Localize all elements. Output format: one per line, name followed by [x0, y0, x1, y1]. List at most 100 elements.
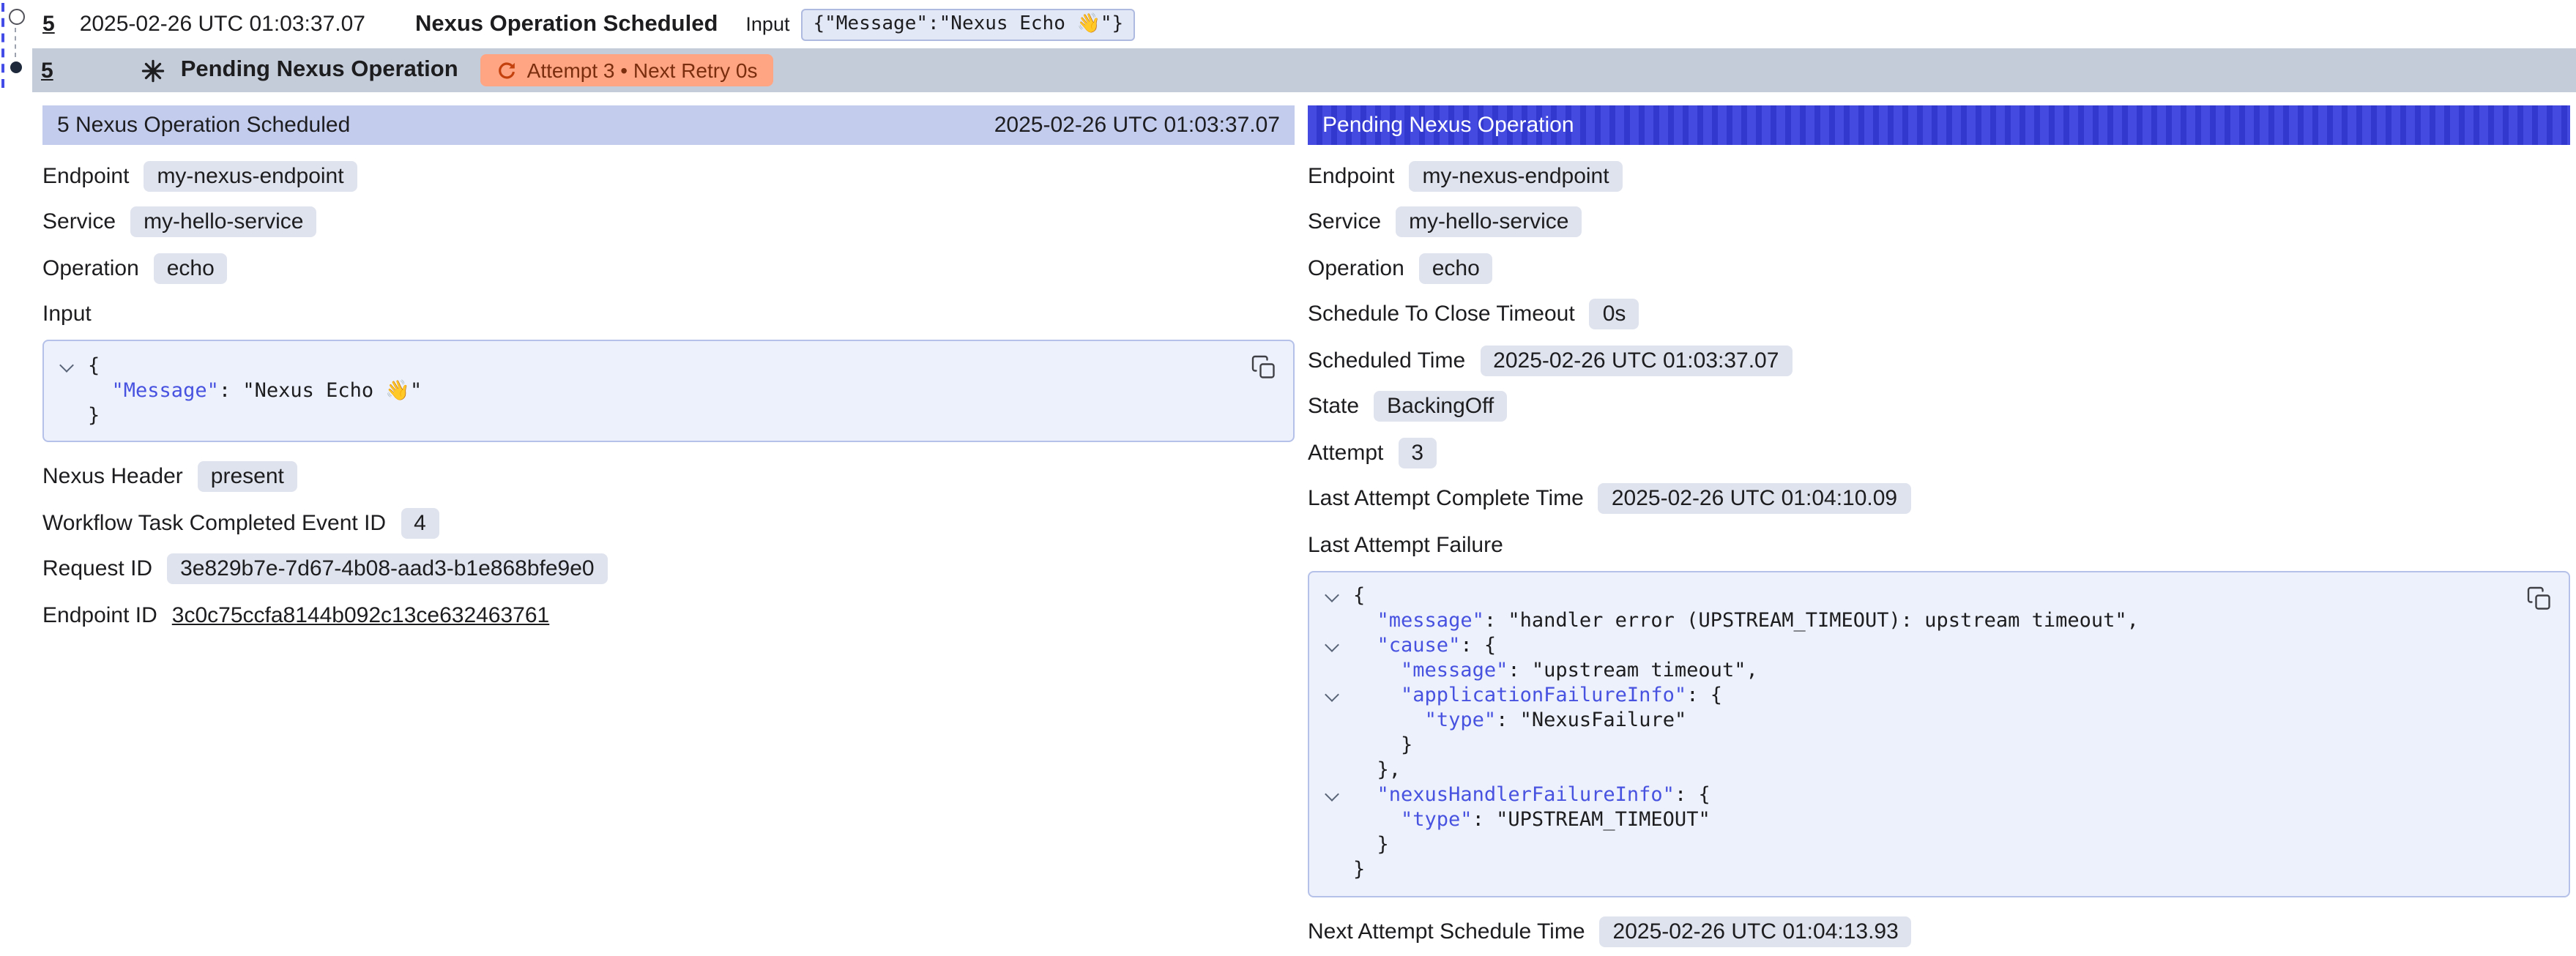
json-line-gutter [1309, 833, 1353, 858]
pending-title: Pending Nexus Operation [181, 57, 458, 83]
field-label: Next Attempt Schedule Time [1308, 919, 1585, 944]
input-section-label: Input [42, 297, 1295, 331]
field-value-badge: 0s [1590, 299, 1639, 329]
field-endpoint: Endpoint my-nexus-endpoint [42, 159, 1295, 193]
json-line-gutter [1309, 858, 1353, 883]
field-value-badge: 2025-02-26 UTC 01:04:10.09 [1598, 483, 1910, 514]
field-label: State [1308, 394, 1359, 419]
retry-icon [496, 60, 517, 81]
input-preview-chip: {"Message":"Nexus Echo 👋"} [801, 8, 1135, 40]
field-value-badge: present [198, 461, 297, 492]
field-last-attempt-complete-time: Last Attempt Complete Time 2025-02-26 UT… [1308, 482, 2570, 515]
json-line: "message": "upstream timeout", [1309, 659, 2504, 684]
pending-operation-header-title: Pending Nexus Operation [1322, 113, 1574, 138]
field-endpoint-id: Endpoint ID 3c0c75ccfa8144b092c13ce63246… [42, 598, 1295, 632]
field-value-badge: echo [154, 253, 228, 283]
input-label: Input [745, 13, 789, 35]
event-id-link[interactable]: 5 [42, 12, 55, 37]
pending-nexus-operation-row[interactable]: 5 Pending Nexus Operation Attempt 3 • Ne… [32, 48, 2576, 92]
chevron-down-icon[interactable] [1309, 684, 1353, 709]
field-label: Request ID [42, 556, 152, 581]
field-service: Service my-hello-service [1308, 205, 2570, 239]
json-line: } [1309, 858, 2504, 883]
field-request-id: Request ID 3e829b7e-7d67-4b08-aad3-b1e86… [42, 552, 1295, 586]
json-line: "type": "NexusFailure" [1309, 709, 2504, 733]
field-schedule-to-close-timeout: Schedule To Close Timeout 0s [1308, 297, 2570, 331]
attempt-badge: Attempt 3 • Next Retry 0s [480, 54, 774, 86]
scheduled-event-header-title: 5 Nexus Operation Scheduled [57, 113, 350, 138]
pending-event-id-link[interactable]: 5 [41, 58, 53, 83]
field-value-badge: my-nexus-endpoint [144, 160, 357, 191]
chevron-down-icon[interactable] [1309, 783, 1353, 808]
input-json-block: { "Message": "Nexus Echo 👋" } [42, 340, 1295, 442]
chevron-down-icon[interactable] [44, 354, 88, 378]
json-line-gutter [1309, 609, 1353, 634]
field-service: Service my-hello-service [42, 205, 1295, 239]
scheduled-event-panel: 5 Nexus Operation Scheduled 2025-02-26 U… [42, 105, 1295, 644]
field-label: Workflow Task Completed Event ID [42, 510, 386, 535]
attempt-badge-label: Attempt 3 • Next Retry 0s [527, 59, 758, 82]
endpoint-id-link[interactable]: 3c0c75ccfa8144b092c13ce632463761 [172, 602, 549, 627]
json-line-gutter [1309, 758, 1353, 783]
last-attempt-failure-label: Last Attempt Failure [1308, 528, 2570, 561]
json-line-gutter [1309, 733, 1353, 758]
event-row-nexus-operation-scheduled[interactable]: 5 2025-02-26 UTC 01:03:37.07 Nexus Opera… [0, 0, 2576, 48]
field-endpoint: Endpoint my-nexus-endpoint [1308, 159, 2570, 193]
field-scheduled-time: Scheduled Time 2025-02-26 UTC 01:03:37.0… [1308, 343, 2570, 377]
copy-icon[interactable] [1248, 351, 1280, 384]
field-label: Operation [1308, 255, 1404, 280]
field-label: Nexus Header [42, 464, 183, 489]
pending-icon [141, 58, 166, 83]
timeline-dot-icon [10, 61, 22, 73]
field-attempt: Attempt 3 [1308, 436, 2570, 469]
field-value-badge: echo [1419, 253, 1493, 283]
field-label: Endpoint [42, 163, 129, 188]
field-label: Attempt [1308, 440, 1383, 465]
pending-operation-header: Pending Nexus Operation [1308, 105, 2570, 145]
timeline-connector [15, 28, 16, 57]
pending-operation-body: Endpoint my-nexus-endpoint Service my-he… [1308, 145, 2570, 948]
json-line-gutter [1309, 808, 1353, 833]
field-label: Last Attempt Complete Time [1308, 486, 1584, 511]
field-value-badge: my-hello-service [1396, 206, 1582, 237]
field-value-badge: my-nexus-endpoint [1409, 160, 1622, 191]
scheduled-event-header: 5 Nexus Operation Scheduled 2025-02-26 U… [42, 105, 1295, 145]
json-line: } [1309, 733, 2504, 758]
field-operation: Operation echo [42, 251, 1295, 285]
scheduled-event-body: Endpoint my-nexus-endpoint Service my-he… [42, 145, 1295, 632]
json-line-gutter [1309, 709, 1353, 733]
json-line: } [44, 403, 1229, 428]
json-line: "message": "handler error (UPSTREAM_TIME… [1309, 609, 2504, 634]
field-state: State BackingOff [1308, 389, 2570, 423]
failure-json-block: { "message": "handler error (UPSTREAM_TI… [1308, 570, 2570, 897]
field-value-badge: 4 [401, 507, 439, 538]
field-value-badge: 3e829b7e-7d67-4b08-aad3-b1e868bfe9e0 [167, 553, 608, 584]
json-line-gutter [44, 403, 88, 428]
timeline-circle-icon [9, 9, 25, 25]
field-label: Service [42, 209, 116, 234]
field-value-badge: my-hello-service [130, 206, 316, 237]
pending-operation-panel: Pending Nexus Operation Endpoint my-nexu… [1308, 105, 2570, 956]
json-line: "type": "UPSTREAM_TIMEOUT" [1309, 808, 2504, 833]
field-value-badge: 2025-02-26 UTC 01:03:37.07 [1480, 345, 1792, 376]
json-line-gutter [1309, 659, 1353, 684]
json-line: "applicationFailureInfo": { [1309, 684, 2504, 709]
field-label: Endpoint ID [42, 602, 157, 627]
chevron-down-icon[interactable] [1309, 634, 1353, 659]
json-line: "nexusHandlerFailureInfo": { [1309, 783, 2504, 808]
selected-event-indicator [1, 3, 4, 88]
chevron-down-icon[interactable] [1309, 584, 1353, 609]
event-detail-area: 5 Nexus Operation Scheduled 2025-02-26 U… [0, 92, 2576, 956]
field-value-badge: 2025-02-26 UTC 01:04:13.93 [1600, 916, 1912, 946]
json-line: }, [1309, 758, 2504, 783]
temporal-event-history-screen: 5 2025-02-26 UTC 01:03:37.07 Nexus Opera… [0, 0, 2576, 956]
json-line: "Message": "Nexus Echo 👋" [44, 378, 1229, 403]
field-value-badge: BackingOff [1374, 391, 1507, 422]
copy-icon[interactable] [2523, 582, 2555, 614]
field-value-badge: 3 [1398, 437, 1437, 468]
field-label: Schedule To Close Timeout [1308, 302, 1575, 326]
event-title: Nexus Operation Scheduled [415, 11, 718, 37]
json-line: } [1309, 833, 2504, 858]
field-label: Service [1308, 209, 1381, 234]
field-label: Operation [42, 255, 139, 280]
